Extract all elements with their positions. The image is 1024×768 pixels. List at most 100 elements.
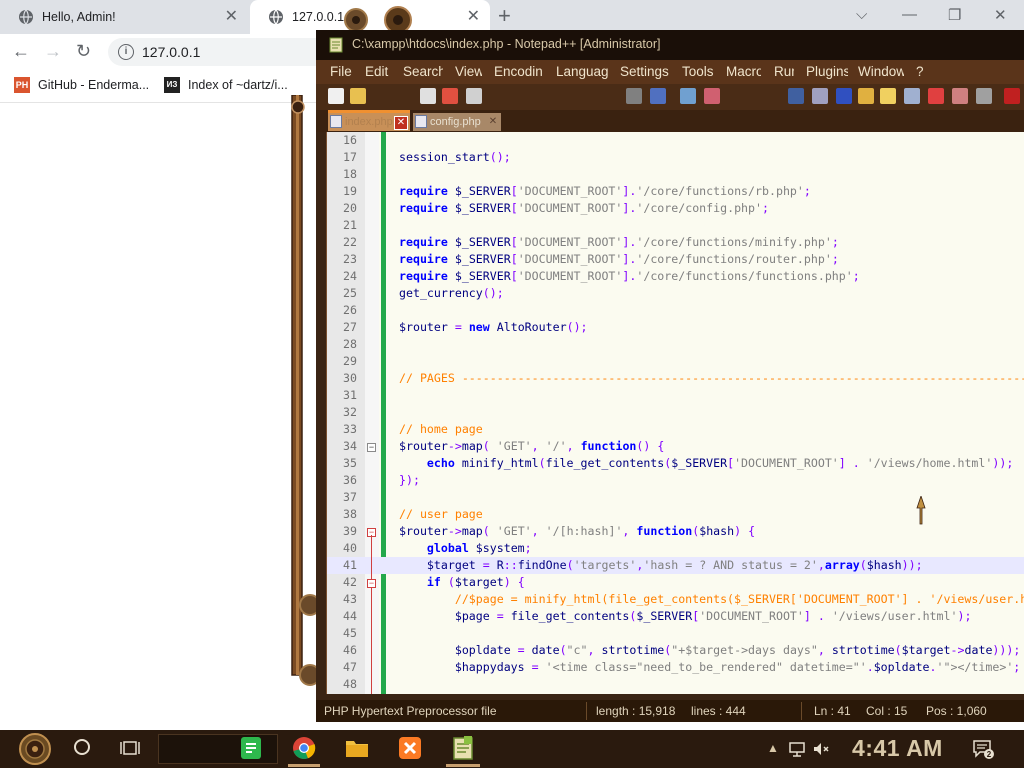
- code-line[interactable]: 32: [327, 404, 1024, 421]
- xampp-icon[interactable]: [397, 735, 423, 761]
- browser-tab-hello-admin[interactable]: Hello, Admin! ✕: [0, 0, 248, 34]
- print-icon[interactable]: [466, 88, 482, 104]
- menu-macro[interactable]: Macro: [726, 64, 761, 79]
- record-macro-icon[interactable]: [952, 88, 968, 104]
- menu-language[interactable]: Language: [556, 64, 608, 79]
- code-line[interactable]: 18: [327, 166, 1024, 183]
- menu-file[interactable]: File: [330, 64, 352, 79]
- close-tab-icon[interactable]: ✕: [394, 116, 408, 130]
- save-icon[interactable]: [420, 88, 436, 104]
- reload-icon[interactable]: ↻: [76, 42, 91, 60]
- code-line[interactable]: 29: [327, 353, 1024, 370]
- close-tab-icon[interactable]: ✕: [467, 9, 480, 25]
- volume-muted-icon[interactable]: [812, 740, 830, 758]
- file-tab-index-php[interactable]: index.php ✕: [328, 110, 410, 131]
- menu-run[interactable]: Run: [774, 64, 794, 79]
- close-tab-icon[interactable]: ✕: [225, 9, 238, 25]
- network-icon[interactable]: [788, 740, 806, 758]
- taskbar-clock[interactable]: 4:41 AM: [852, 735, 943, 762]
- menu-tools[interactable]: Tools: [682, 64, 714, 79]
- forward-arrow-icon[interactable]: →: [44, 42, 62, 60]
- code-line[interactable]: 43 //$page = minify_html(file_get_conten…: [327, 591, 1024, 608]
- code-editor[interactable]: 16 17 session_start(); 18 19 require $_SERVER…: [326, 132, 1024, 694]
- code-line[interactable]: 24 require $_SERVER['DOCUMENT_ROOT'].'/co…: [327, 268, 1024, 285]
- zoom-out-icon[interactable]: [704, 88, 720, 104]
- replace-icon[interactable]: [650, 88, 666, 104]
- restore-icon[interactable]: ❐: [948, 6, 961, 24]
- code-line[interactable]: 36});: [327, 472, 1024, 489]
- code-line[interactable]: 23 require $_SERVER['DOCUMENT_ROOT'].'/co…: [327, 251, 1024, 268]
- notification-center-icon[interactable]: 2: [972, 738, 994, 760]
- show-all-chars-icon[interactable]: [812, 88, 828, 104]
- code-line[interactable]: 48: [327, 676, 1024, 693]
- minimize-icon[interactable]: —: [902, 6, 917, 23]
- menu-view[interactable]: View: [455, 64, 482, 79]
- code-line[interactable]: 17 session_start();: [327, 149, 1024, 166]
- close-window-icon[interactable]: ✕: [994, 6, 1007, 24]
- back-arrow-icon[interactable]: ←: [12, 42, 30, 60]
- code-line[interactable]: 25 get_currency();: [327, 285, 1024, 302]
- fold-marker-icon[interactable]: −: [367, 443, 376, 452]
- code-line[interactable]: 33 // home page: [327, 421, 1024, 438]
- search-icon[interactable]: [74, 739, 90, 755]
- doc-map-icon[interactable]: [858, 88, 874, 104]
- code-line[interactable]: 40 global $system;: [327, 540, 1024, 557]
- chevron-down-icon[interactable]: ⌵: [856, 6, 867, 23]
- new-tab-icon[interactable]: +: [498, 5, 511, 27]
- find-icon[interactable]: [626, 88, 642, 104]
- code-line[interactable]: 42 if ($target) {: [327, 574, 1024, 591]
- stop-record-icon[interactable]: [1004, 88, 1020, 104]
- start-button-icon[interactable]: [12, 732, 58, 766]
- globe-icon: [269, 9, 283, 25]
- sync-scroll-icon[interactable]: [788, 88, 804, 104]
- indent-guide-icon[interactable]: [836, 88, 852, 104]
- menu-plugins[interactable]: Plugins: [806, 64, 848, 79]
- code-line[interactable]: 27 $router = new AltoRouter();: [327, 319, 1024, 336]
- bookmark-label: Index of ~dartz/i...: [188, 78, 288, 92]
- code-line[interactable]: 22 require $_SERVER['DOCUMENT_ROOT'].'/co…: [327, 234, 1024, 251]
- menu-edit[interactable]: Edit: [365, 64, 388, 79]
- new-file-icon[interactable]: [328, 88, 344, 104]
- code-line[interactable]: 31: [327, 387, 1024, 404]
- open-file-icon[interactable]: [350, 88, 366, 104]
- bookmark-index[interactable]: ИЗ Index of ~dartz/i...: [164, 77, 288, 93]
- info-icon[interactable]: i: [118, 44, 134, 60]
- menu-encoding[interactable]: Encoding: [494, 64, 542, 79]
- code-line[interactable]: 21: [327, 217, 1024, 234]
- play-macro-icon[interactable]: [976, 88, 992, 104]
- menu-window[interactable]: Window: [858, 64, 904, 79]
- code-line[interactable]: 46 $opldate = date("c", strtotime("+$tar…: [327, 642, 1024, 659]
- code-line[interactable]: 30 // PAGES -----------------------------…: [327, 370, 1024, 387]
- function-list-icon[interactable]: [880, 88, 896, 104]
- folder-workspace-icon[interactable]: [904, 88, 920, 104]
- menu-help[interactable]: ?: [916, 64, 924, 79]
- fold-line: [371, 587, 372, 694]
- code-line[interactable]: 41 $target = R::findOne('targets','hash …: [327, 557, 1024, 574]
- code-line[interactable]: 34 $router->map( 'GET', '/', function() {: [327, 438, 1024, 455]
- monitoring-icon[interactable]: [928, 88, 944, 104]
- menu-settings[interactable]: Settings: [620, 64, 669, 79]
- chrome-icon[interactable]: [291, 735, 317, 761]
- code-line[interactable]: 44 $page = file_get_contents($_SERVER['D…: [327, 608, 1024, 625]
- code-line[interactable]: 28: [327, 336, 1024, 353]
- code-line[interactable]: 19 require $_SERVER['DOCUMENT_ROOT'].'/co…: [327, 183, 1024, 200]
- code-text: $target = R::findOne('targets','hash = ?…: [426, 558, 923, 572]
- notepad-plus-plus-icon[interactable]: [450, 735, 476, 761]
- code-line[interactable]: 20 require $_SERVER['DOCUMENT_ROOT'].'/co…: [327, 200, 1024, 217]
- zoom-in-icon[interactable]: [680, 88, 696, 104]
- file-tab-config-php[interactable]: config.php ✕: [413, 113, 501, 131]
- code-line[interactable]: 47 $happydays = '<time class="need_to_be…: [327, 659, 1024, 676]
- close-tab-icon[interactable]: ✕: [487, 116, 499, 128]
- file-explorer-icon[interactable]: [344, 735, 370, 761]
- google-keep-icon[interactable]: [238, 735, 264, 761]
- menu-search[interactable]: Search: [403, 64, 443, 79]
- line-number: 47: [343, 660, 357, 674]
- bookmark-github[interactable]: PH GitHub - Enderma...: [14, 77, 149, 93]
- code-line[interactable]: 45: [327, 625, 1024, 642]
- code-line[interactable]: 35 echo minify_html(file_get_contents($_…: [327, 455, 1024, 472]
- task-view-icon[interactable]: [120, 739, 140, 757]
- chevron-up-icon[interactable]: ▲: [767, 741, 779, 755]
- code-line[interactable]: 16: [327, 132, 1024, 149]
- code-line[interactable]: 26: [327, 302, 1024, 319]
- close-file-icon[interactable]: [442, 88, 458, 104]
